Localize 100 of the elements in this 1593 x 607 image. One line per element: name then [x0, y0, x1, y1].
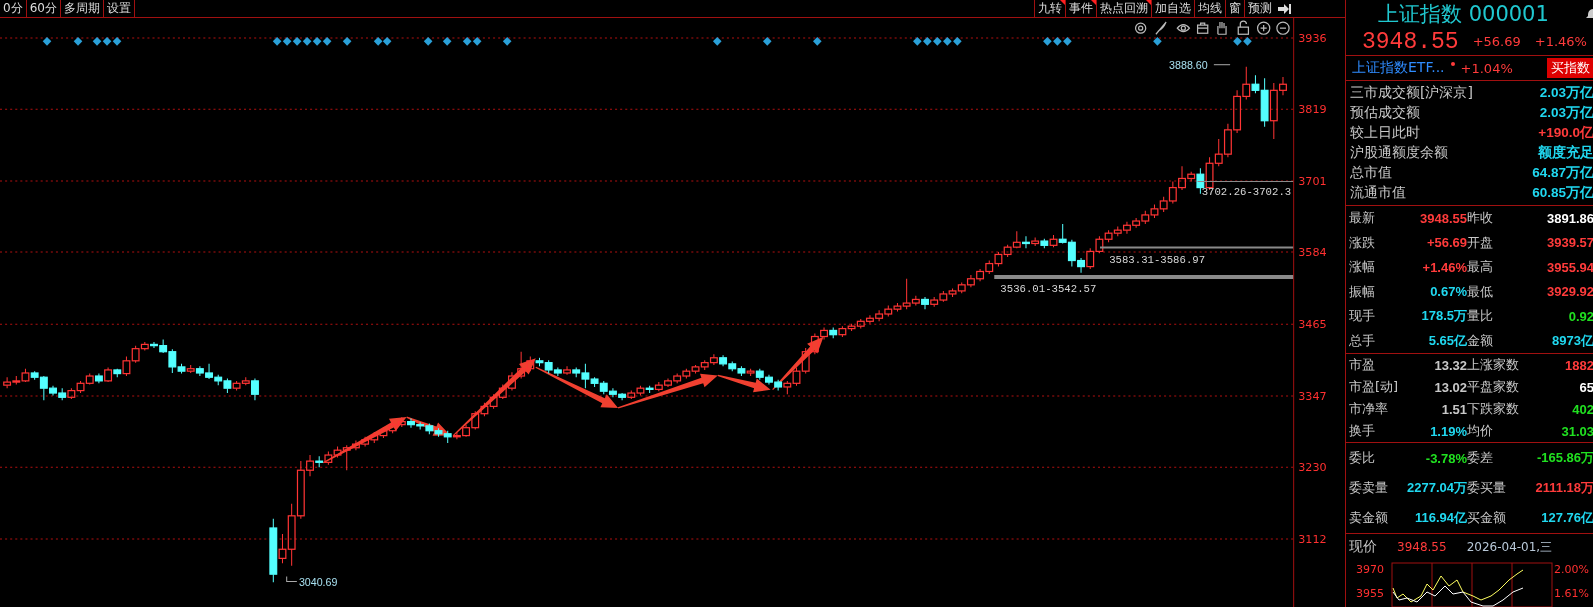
candle [1132, 217, 1141, 229]
candle [1040, 238, 1049, 249]
stat-label: 沪股通额度余额 [1350, 144, 1448, 162]
stat-value: -165.86万 [1535, 449, 1593, 467]
stat-value: 31.03 [1560, 423, 1593, 439]
candle [994, 251, 1003, 268]
toolbar-tab[interactable]: 九转 [1034, 0, 1065, 17]
candle [957, 281, 966, 294]
stat-label: 三市成交额[沪深京] [1350, 84, 1473, 102]
stat-value: 1.19% [1429, 423, 1467, 439]
candle [324, 450, 333, 466]
candle [12, 375, 21, 386]
candle [1233, 89, 1242, 134]
candle [1141, 210, 1150, 225]
stat-label: 现手 [1349, 307, 1376, 326]
candle [397, 416, 406, 428]
candle [1214, 138, 1223, 167]
stat-value: 3929.92 [1546, 284, 1593, 300]
candle [783, 380, 792, 395]
toolbar-tab[interactable]: 事件 [1065, 0, 1096, 17]
axis-label: 3819 [1298, 103, 1327, 117]
toolbar-tab[interactable]: 热点回溯 [1096, 0, 1151, 17]
candle [1104, 229, 1113, 243]
stat-value: 13.32 [1433, 357, 1467, 373]
axis-label: 3584 [1298, 246, 1327, 260]
zoom-in-icon[interactable] [1256, 21, 1271, 35]
buy-index-button[interactable]: 买指数 [1547, 58, 1593, 78]
candle [719, 354, 728, 367]
candle [223, 377, 232, 394]
stat-label: 上涨家数 [1467, 356, 1520, 374]
stat-value: 116.94亿 [1413, 509, 1467, 527]
hand-icon[interactable] [1217, 21, 1227, 35]
candle [471, 410, 480, 430]
stat-value: 1.51 [1440, 401, 1467, 417]
zoom-out-icon[interactable] [1276, 21, 1290, 35]
stat-label: 现价 [1349, 538, 1377, 556]
candle [232, 380, 241, 392]
candle [930, 296, 939, 308]
candle [829, 326, 838, 339]
stat-label: 均价 [1467, 422, 1494, 440]
candle [700, 359, 709, 371]
range-label: 3536.01-3542.57 [1000, 283, 1097, 296]
candle [1159, 196, 1168, 213]
candle [985, 260, 994, 275]
stat-value: +1.46% [1421, 259, 1467, 275]
candle [691, 364, 700, 375]
candle [737, 365, 746, 377]
candle [801, 347, 810, 375]
candle [1095, 235, 1104, 254]
axis-label: 3970 [1356, 563, 1384, 576]
current-price: 3948.55 [1397, 540, 1447, 554]
leader-line [286, 576, 298, 583]
candle [388, 420, 397, 434]
stat-value: 0.67% [1429, 284, 1467, 300]
stat-value: 3939.57 [1546, 235, 1593, 251]
stat-label: 市盈 [1349, 356, 1376, 374]
candle [76, 380, 85, 394]
candle [636, 385, 645, 396]
stat-label: 最低 [1467, 282, 1494, 301]
stat-label: 涨幅 [1349, 258, 1376, 277]
candle [948, 288, 957, 298]
stat-value: 3948.55 [1419, 210, 1467, 226]
stat-value: 额度充足 [1538, 144, 1593, 162]
candle [67, 387, 76, 400]
candle [186, 364, 195, 374]
period-tab[interactable]: 60分 [26, 0, 61, 17]
high-price-label: 3888.60 [1169, 58, 1208, 71]
candle [709, 353, 718, 366]
candle [792, 367, 801, 387]
stat-label: 市盈[动] [1349, 378, 1397, 396]
stat-value: 65 [1578, 379, 1593, 395]
candle [195, 365, 204, 377]
stat-label: 昨收 [1467, 209, 1494, 228]
candle [214, 374, 223, 386]
candle [480, 402, 489, 417]
percent-change: +1.46% [1534, 34, 1587, 49]
toolbar-tab[interactable]: 预测 [1244, 0, 1275, 17]
briefcase-icon[interactable] [1197, 22, 1209, 34]
toolbar-tab[interactable]: 窗 [1225, 0, 1244, 17]
arrow-to-bar-icon[interactable] [1277, 1, 1291, 16]
candle [1012, 230, 1021, 249]
period-tab[interactable]: 设置 [103, 0, 135, 17]
candle [884, 305, 893, 317]
gear-icon[interactable] [1134, 22, 1147, 34]
axis-label: 3230 [1298, 461, 1327, 475]
stat-label: 委差 [1467, 449, 1494, 467]
candle [3, 376, 12, 389]
stat-value: 1882 [1564, 357, 1593, 373]
bell-icon[interactable] [1586, 7, 1593, 21]
etf-link[interactable]: 上证指数ETF... [1352, 59, 1445, 77]
unlock-icon[interactable] [1237, 20, 1250, 35]
eye-icon[interactable] [1176, 24, 1191, 33]
candle [1031, 236, 1040, 247]
toolbar-tab[interactable]: 加自选 [1151, 0, 1194, 17]
candle [627, 390, 636, 400]
toolbar-tab[interactable]: 均线 [1194, 0, 1225, 17]
feather-icon[interactable] [1155, 21, 1167, 35]
candle [1223, 123, 1232, 158]
period-tab[interactable]: 多周期 [60, 0, 104, 17]
period-tab[interactable]: 0分 [0, 0, 27, 17]
